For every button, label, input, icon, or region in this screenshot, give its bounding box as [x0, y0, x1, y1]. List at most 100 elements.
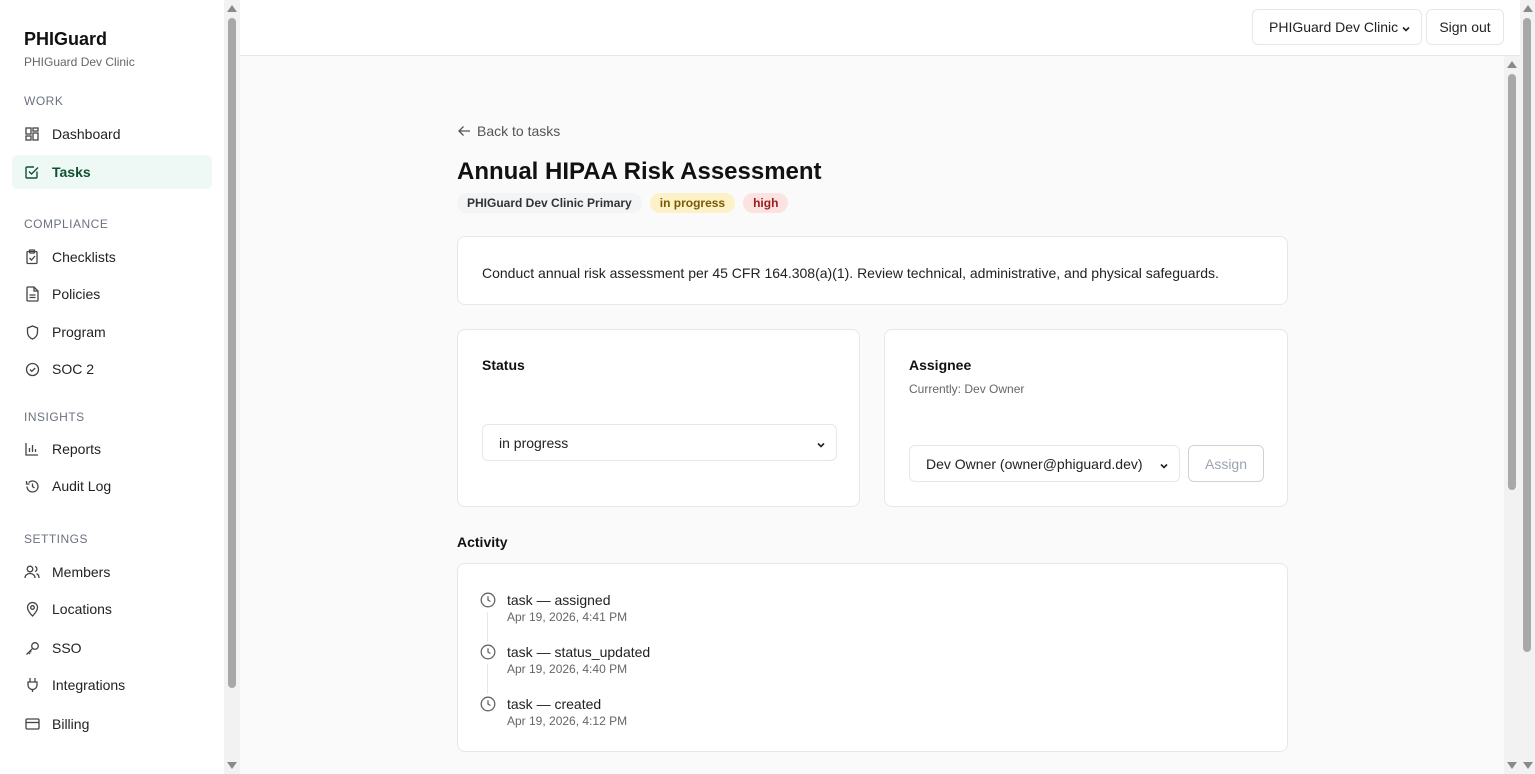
window-scrollbar[interactable] [1520, 0, 1535, 774]
sign-out-button[interactable]: Sign out [1426, 9, 1504, 45]
activity-card: task — assigned Apr 19, 2026, 4:41 PM ta… [457, 563, 1288, 752]
topbar: PHIGuard Dev Clinic Sign out [240, 0, 1535, 56]
chevron-down-icon [816, 437, 826, 453]
activity-title: Activity [457, 534, 508, 550]
scroll-up-arrow-icon[interactable] [1523, 5, 1533, 12]
sidebar-item-label: SOC 2 [52, 361, 95, 377]
sidebar-item-dashboard[interactable]: Dashboard [12, 117, 212, 151]
activity-time: Apr 19, 2026, 4:40 PM [507, 662, 628, 676]
sidebar-item-tasks[interactable]: Tasks [12, 155, 212, 189]
scroll-down-arrow-icon[interactable] [1507, 762, 1517, 769]
section-label-settings: SETTINGS [24, 532, 89, 546]
task-badges: PHIGuard Dev Clinic Primary in progress … [457, 193, 789, 213]
activity-text: task — status_updated [507, 644, 651, 660]
sidebar-item-reports[interactable]: Reports [12, 432, 212, 466]
sidebar-item-policies[interactable]: Policies [12, 277, 212, 311]
clock-icon [480, 644, 496, 660]
timeline-connector [487, 612, 488, 642]
status-badge: in progress [649, 193, 736, 213]
scroll-up-arrow-icon[interactable] [227, 5, 237, 12]
status-select-value: in progress [499, 434, 569, 451]
clipboard-check-icon [24, 249, 40, 265]
current-assignee: Currently: Dev Owner [909, 382, 1025, 396]
sidebar-item-checklists[interactable]: Checklists [12, 240, 212, 274]
sidebar-item-soc2[interactable]: SOC 2 [12, 352, 212, 386]
history-icon [24, 478, 40, 494]
activity-text: task — assigned [507, 592, 611, 608]
sidebar: PHIGuard PHIGuard Dev Clinic WORK Dashbo… [0, 0, 224, 774]
scroll-down-arrow-icon[interactable] [1523, 762, 1533, 769]
sidebar-item-label: Policies [52, 286, 101, 302]
sidebar-scroll-thumb[interactable] [228, 18, 236, 688]
map-pin-icon [24, 601, 40, 617]
assignee-select[interactable]: Dev Owner (owner@phiguard.dev) [909, 445, 1180, 482]
status-card-title: Status [482, 357, 525, 373]
sidebar-item-label: Locations [52, 601, 112, 617]
list-item: task — status_updated Apr 19, 2026, 4:40… [480, 644, 1263, 696]
section-label-insights: INSIGHTS [24, 410, 85, 424]
organization-select-value: PHIGuard Dev Clinic [1269, 19, 1399, 35]
sidebar-item-label: Tasks [52, 164, 91, 180]
location-badge: PHIGuard Dev Clinic Primary [457, 193, 642, 213]
organization-select[interactable]: PHIGuard Dev Clinic [1252, 9, 1422, 45]
sidebar-item-label: Program [52, 324, 106, 340]
sidebar-item-label: Integrations [52, 677, 126, 693]
sidebar-item-billing[interactable]: Billing [12, 707, 212, 741]
chevron-down-icon [1159, 458, 1169, 474]
chevron-down-icon [1401, 21, 1411, 37]
content-scroll-thumb[interactable] [1508, 74, 1516, 490]
content-scrollbar[interactable] [1504, 56, 1520, 774]
status-select[interactable]: in progress [482, 424, 837, 461]
sidebar-item-label: Dashboard [52, 126, 121, 142]
assignee-select-value: Dev Owner (owner@phiguard.dev) [926, 455, 1143, 472]
section-label-compliance: COMPLIANCE [24, 217, 109, 231]
list-item: task — assigned Apr 19, 2026, 4:41 PM [480, 592, 1263, 644]
activity-time: Apr 19, 2026, 4:12 PM [507, 714, 628, 728]
sidebar-item-members[interactable]: Members [12, 555, 212, 589]
check-circle-icon [24, 361, 40, 377]
sidebar-item-label: Billing [52, 716, 90, 732]
credit-card-icon [24, 716, 40, 732]
list-item: task — created Apr 19, 2026, 4:12 PM [480, 696, 1263, 748]
arrow-left-icon [457, 123, 471, 139]
assign-button[interactable]: Assign [1188, 445, 1264, 482]
dashboard-icon [24, 126, 40, 142]
brand-title: PHIGuard [24, 29, 108, 49]
bar-chart-icon [24, 441, 40, 457]
users-icon [24, 564, 40, 580]
sidebar-item-audit-log[interactable]: Audit Log [12, 469, 212, 503]
clock-icon [480, 696, 496, 712]
description-card: Conduct annual risk assessment per 45 CF… [457, 236, 1288, 305]
assignee-card-title: Assignee [909, 357, 972, 373]
clock-icon [480, 592, 496, 608]
back-link-label: Back to tasks [477, 123, 561, 139]
sidebar-item-locations[interactable]: Locations [12, 592, 212, 626]
key-icon [24, 640, 40, 656]
back-to-tasks-link[interactable]: Back to tasks [457, 123, 560, 139]
scroll-up-arrow-icon[interactable] [1507, 61, 1517, 68]
sidebar-item-integrations[interactable]: Integrations [12, 668, 212, 702]
task-description: Conduct annual risk assessment per 45 CF… [482, 265, 1219, 281]
sidebar-item-label: Checklists [52, 249, 116, 265]
activity-time: Apr 19, 2026, 4:41 PM [507, 610, 628, 624]
sidebar-item-label: Reports [52, 441, 102, 457]
sidebar-item-label: Members [52, 564, 111, 580]
activity-text: task — created [507, 696, 602, 712]
timeline-connector [487, 664, 488, 694]
assignee-card: Assignee Currently: Dev Owner Dev Owner … [884, 329, 1288, 507]
sidebar-item-sso[interactable]: SSO [12, 631, 212, 665]
page-title: Annual HIPAA Risk Assessment [457, 158, 822, 185]
sidebar-scrollbar[interactable] [224, 0, 240, 774]
brand-subtitle: PHIGuard Dev Clinic [24, 55, 135, 69]
status-card: Status in progress [457, 329, 860, 507]
priority-badge: high [743, 193, 789, 213]
sidebar-item-label: Audit Log [52, 478, 112, 494]
plug-icon [24, 677, 40, 693]
checkbox-icon [24, 164, 40, 180]
brand: PHIGuard PHIGuard Dev Clinic [12, 28, 212, 69]
scroll-down-arrow-icon[interactable] [227, 762, 237, 769]
shield-icon [24, 324, 40, 340]
section-label-work: WORK [24, 94, 64, 108]
sidebar-item-program[interactable]: Program [12, 315, 212, 349]
window-scroll-thumb[interactable] [1523, 18, 1531, 652]
